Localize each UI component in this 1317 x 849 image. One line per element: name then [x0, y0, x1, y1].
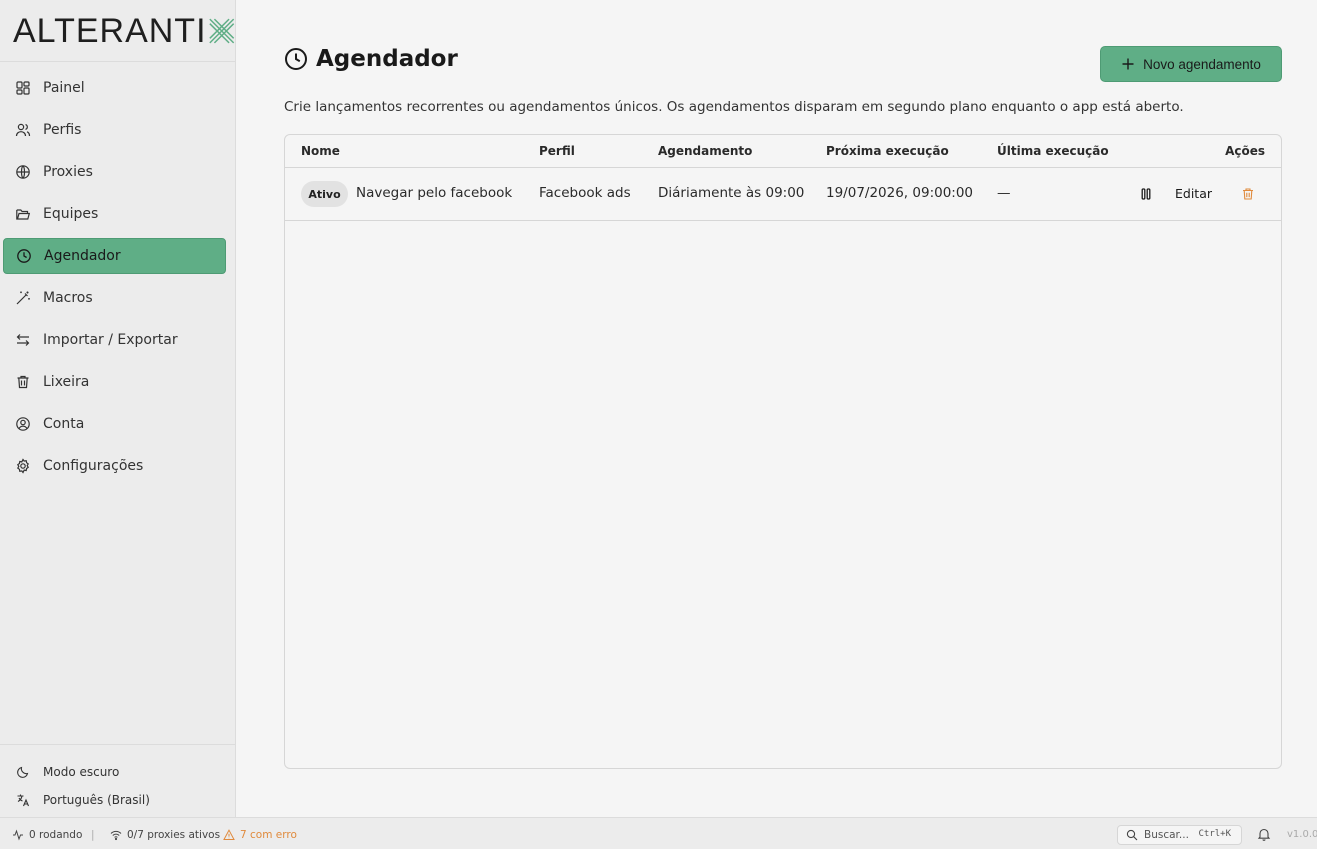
sidebar-item-configuracoes[interactable]: Configurações — [3, 448, 226, 484]
delete-button[interactable] — [1239, 183, 1257, 205]
sidebar-item-label: Macros — [43, 290, 93, 306]
trash-icon — [1243, 188, 1253, 200]
search-icon — [1126, 829, 1138, 841]
row-profile: Facebook ads — [539, 185, 631, 201]
clock-icon — [284, 47, 308, 71]
app-version: v1.0.0 — [1287, 829, 1317, 840]
row-schedule: Diáriamente às 09:00 — [658, 185, 805, 201]
sidebar-item-painel[interactable]: Painel — [3, 70, 226, 106]
search-placeholder: Buscar... — [1144, 829, 1189, 841]
col-header-name: Nome — [301, 144, 340, 158]
activity-icon — [13, 829, 23, 841]
page-header: Agendador — [284, 46, 458, 72]
sidebar-item-label: Agendador — [44, 248, 121, 264]
dashboard-icon — [15, 80, 31, 96]
errors-count: 7 com erro — [240, 829, 297, 841]
dark-mode-toggle[interactable]: Modo escuro — [0, 758, 235, 786]
sidebar-item-label: Proxies — [43, 164, 93, 180]
main-content: Agendador Novo agendamento Crie lançamen… — [236, 0, 1317, 817]
brand-logo[interactable]: ALTERANTI — [0, 0, 235, 62]
status-badge: Ativo — [301, 181, 348, 207]
sidebar-nav: Painel Perfis Proxies Equipes Agendador — [0, 62, 235, 484]
pause-button[interactable] — [1137, 183, 1155, 205]
errors-status[interactable]: 7 com erro — [223, 829, 297, 841]
page-subtitle: Crie lançamentos recorrentes ou agendame… — [284, 99, 1184, 115]
language-selector[interactable]: Português (Brasil) — [0, 786, 235, 814]
sidebar-item-label: Importar / Exportar — [43, 332, 178, 348]
sidebar-bottom: Modo escuro Português (Brasil) — [0, 744, 235, 817]
sidebar-item-label: Painel — [43, 80, 85, 96]
search-shortcut: Ctrl+K — [1198, 829, 1231, 839]
sidebar-item-importar-exportar[interactable]: Importar / Exportar — [3, 322, 226, 358]
folder-icon — [15, 206, 31, 222]
schedules-table: Nome Perfil Agendamento Próxima execução… — [284, 134, 1282, 769]
globe-icon — [15, 164, 31, 180]
table-row: Ativo Navegar pelo facebook Facebook ads… — [285, 168, 1281, 221]
new-schedule-label: Novo agendamento — [1143, 56, 1261, 72]
col-header-schedule: Agendamento — [658, 144, 753, 158]
sidebar-item-agendador[interactable]: Agendador — [3, 238, 226, 274]
col-header-last-run: Última execução — [997, 144, 1109, 158]
sidebar-item-proxies[interactable]: Proxies — [3, 154, 226, 190]
users-icon — [15, 122, 31, 138]
sidebar-item-label: Conta — [43, 416, 85, 432]
sidebar-item-label: Perfis — [43, 122, 82, 138]
page-title: Agendador — [316, 46, 458, 72]
trash-icon — [15, 374, 31, 390]
sidebar-item-conta[interactable]: Conta — [3, 406, 226, 442]
col-header-actions: Ações — [1225, 144, 1265, 158]
sidebar-item-label: Lixeira — [43, 374, 90, 390]
proxies-count: 0/7 proxies ativos — [127, 829, 221, 841]
plus-icon — [1121, 57, 1135, 71]
language-label: Português (Brasil) — [43, 793, 150, 807]
moon-icon — [16, 765, 30, 779]
sidebar-item-lixeira[interactable]: Lixeira — [3, 364, 226, 400]
pause-icon — [1141, 188, 1151, 200]
row-name: Navegar pelo facebook — [356, 185, 513, 201]
gear-icon — [15, 458, 31, 474]
brand-name: ALTERANTI — [13, 11, 207, 50]
warning-icon — [223, 829, 235, 840]
sidebar-item-label: Equipes — [43, 206, 99, 222]
sidebar-item-equipes[interactable]: Equipes — [3, 196, 226, 232]
logo-x-icon — [208, 18, 234, 43]
running-status: 0 rodando — [12, 829, 82, 841]
user-circle-icon — [15, 416, 31, 432]
wand-icon — [15, 290, 31, 306]
row-last-run: — — [997, 185, 1011, 201]
col-header-next-run: Próxima execução — [826, 144, 949, 158]
sidebar-item-label: Configurações — [43, 458, 144, 474]
search-input[interactable]: Buscar... Ctrl+K — [1117, 825, 1242, 845]
arrows-icon — [15, 332, 31, 348]
sidebar: ALTERANTI Painel Perfis Proxies Equipes … — [0, 0, 236, 817]
table-header: Nome Perfil Agendamento Próxima execução… — [285, 135, 1281, 168]
status-separator: | — [91, 829, 95, 841]
row-next-run: 19/07/2026, 09:00:00 — [826, 185, 974, 201]
proxies-status: 0/7 proxies ativos — [110, 829, 220, 841]
new-schedule-button[interactable]: Novo agendamento — [1100, 46, 1282, 82]
dark-mode-label: Modo escuro — [43, 765, 120, 779]
col-header-profile: Perfil — [539, 144, 575, 158]
sidebar-item-macros[interactable]: Macros — [3, 280, 226, 316]
status-bar: 0 rodando | 0/7 proxies ativos 7 com err… — [0, 817, 1317, 849]
sidebar-item-perfis[interactable]: Perfis — [3, 112, 226, 148]
bell-icon[interactable] — [1257, 827, 1271, 841]
translate-icon — [16, 793, 30, 807]
wifi-icon — [110, 830, 122, 841]
running-count: 0 rodando — [29, 829, 83, 841]
edit-button[interactable]: Editar — [1175, 183, 1212, 203]
clock-icon — [16, 248, 32, 264]
